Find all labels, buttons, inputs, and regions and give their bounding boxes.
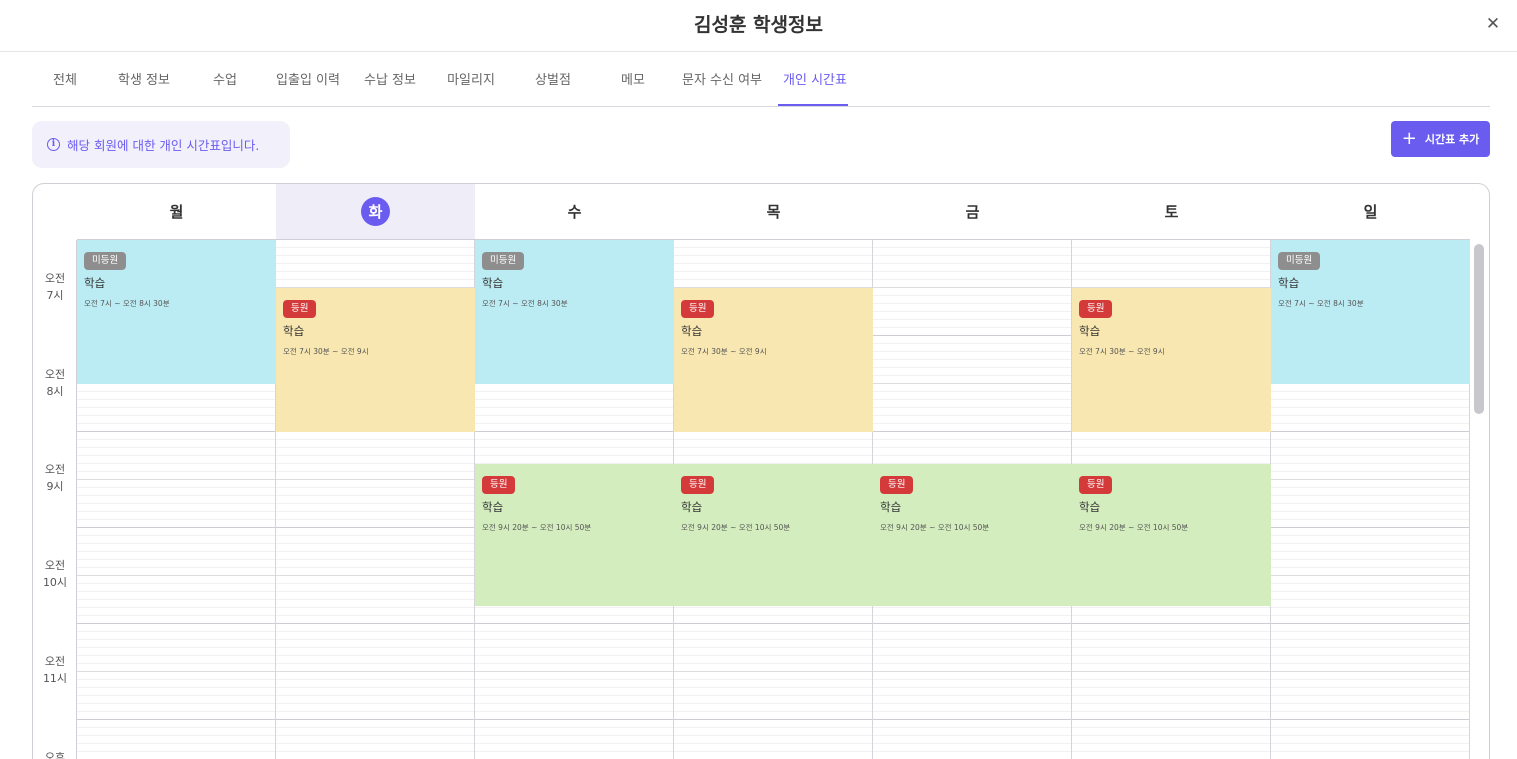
close-icon[interactable]: ✕ — [1481, 12, 1505, 36]
tab-bar: 전체 학생 정보 수업 입출입 이력 수납 정보 마일리지 상벌점 메모 문자 … — [32, 52, 1490, 107]
event-card[interactable]: 등원 학습 오전 9시 20분 ~ 오전 10시 50분 — [873, 464, 1072, 606]
event-card[interactable]: 미등원 학습 오전 7시 ~ 오전 8시 30분 — [475, 240, 674, 384]
time-axis: 오전 7시 오전 8시 오전 9시 오전 10시 오전 11시 오후 — [33, 240, 77, 759]
event-title: 학습 — [482, 276, 504, 290]
attendance-badge: 미등원 — [84, 252, 127, 270]
attendance-badge: 등원 — [482, 476, 516, 494]
day-header-sat: 토 — [1072, 184, 1271, 240]
day-header-fri: 금 — [873, 184, 1072, 240]
event-time: 오전 9시 20분 ~ 오전 10시 50분 — [1079, 523, 1189, 532]
event-time: 오전 7시 30분 ~ 오전 9시 — [1079, 347, 1165, 356]
tab-sms[interactable]: 문자 수신 여부 — [682, 69, 762, 88]
event-title: 학습 — [1079, 500, 1101, 514]
event-card[interactable]: 등원 학습 오전 7시 30분 ~ 오전 9시 — [276, 288, 475, 432]
event-time: 오전 9시 20분 ~ 오전 10시 50분 — [482, 523, 592, 532]
today-marker: 화 — [361, 197, 390, 226]
event-title: 학습 — [681, 500, 703, 514]
tab-all[interactable]: 전체 — [53, 69, 77, 88]
event-card[interactable]: 미등원 학습 오전 7시 ~ 오전 8시 30분 — [1271, 240, 1470, 384]
event-card[interactable]: 등원 학습 오전 9시 20분 ~ 오전 10시 50분 — [1072, 464, 1271, 606]
event-title: 학습 — [84, 276, 106, 290]
day-header-mon: 월 — [77, 184, 276, 240]
attendance-badge: 등원 — [880, 476, 914, 494]
tab-memo[interactable]: 메모 — [621, 69, 645, 88]
tab-rewards[interactable]: 상벌점 — [535, 69, 571, 88]
day-header-tue: 화 — [276, 184, 475, 240]
event-title: 학습 — [880, 500, 902, 514]
info-text: 해당 회원에 대한 개인 시간표입니다. — [67, 138, 260, 153]
time-label: 오전 11시 — [42, 655, 68, 685]
event-title: 학습 — [482, 500, 504, 514]
weekly-calendar: 월 화 수 목 금 토 일 오전 7시 오전 8시 오전 9시 오전 10시 오전 11시… — [32, 183, 1490, 759]
event-title: 학습 — [1079, 324, 1101, 338]
attendance-badge: 미등원 — [1278, 252, 1321, 270]
calendar-grid: 오전 7시 오전 8시 오전 9시 오전 10시 오전 11시 오후 미등원 학습 오전 … — [33, 240, 1470, 759]
event-card[interactable]: 등원 학습 오전 7시 30분 ~ 오전 9시 — [1072, 288, 1271, 432]
day-header-thu: 목 — [674, 184, 873, 240]
modal-header: 김성훈 학생정보 ✕ — [0, 0, 1517, 52]
event-time: 오전 9시 20분 ~ 오전 10시 50분 — [880, 523, 990, 532]
add-timetable-label: 시간표 추가 — [1424, 133, 1480, 146]
scrollbar-thumb[interactable] — [1474, 244, 1484, 414]
attendance-badge: 등원 — [681, 476, 715, 494]
event-card[interactable]: 등원 학습 오전 9시 20분 ~ 오전 10시 50분 — [674, 464, 873, 606]
tab-mileage[interactable]: 마일리지 — [447, 69, 495, 88]
info-icon: i — [47, 138, 60, 151]
attendance-badge: 등원 — [1079, 476, 1113, 494]
attendance-badge: 미등원 — [482, 252, 525, 270]
modal-title: 김성훈 학생정보 — [694, 14, 823, 36]
attendance-badge: 등원 — [283, 300, 317, 318]
tab-student-info[interactable]: 학생 정보 — [118, 69, 170, 88]
time-label: 오전 8시 — [44, 368, 66, 398]
tab-personal-timetable[interactable]: 개인 시간표 — [783, 69, 847, 88]
event-title: 학습 — [283, 324, 305, 338]
time-label: 오전 7시 — [44, 272, 66, 302]
event-time: 오전 7시 ~ 오전 8시 30분 — [482, 299, 568, 308]
event-card[interactable]: 등원 학습 오전 7시 30분 ~ 오전 9시 — [674, 288, 873, 432]
tab-active-indicator — [778, 104, 848, 106]
plus-icon: + — [1401, 128, 1417, 149]
tab-entry-history[interactable]: 입출입 이력 — [276, 69, 340, 88]
day-header-sun: 일 — [1271, 184, 1470, 240]
attendance-badge: 등원 — [681, 300, 715, 318]
event-card[interactable]: 미등원 학습 오전 7시 ~ 오전 8시 30분 — [77, 240, 276, 384]
event-title: 학습 — [681, 324, 703, 338]
event-title: 학습 — [1278, 276, 1300, 290]
time-label: 오전 10시 — [42, 559, 68, 589]
day-header-wed: 수 — [475, 184, 674, 240]
event-time: 오전 7시 30분 ~ 오전 9시 — [681, 347, 767, 356]
add-timetable-button[interactable]: + 시간표 추가 — [1391, 121, 1490, 157]
event-card[interactable]: 등원 학습 오전 9시 20분 ~ 오전 10시 50분 — [475, 464, 674, 606]
time-label: 오전 9시 — [44, 463, 66, 493]
event-time: 오전 9시 20분 ~ 오전 10시 50분 — [681, 523, 791, 532]
tab-payment[interactable]: 수납 정보 — [364, 69, 416, 88]
info-notice: i 해당 회원에 대한 개인 시간표입니다. — [32, 121, 290, 168]
event-time: 오전 7시 ~ 오전 8시 30분 — [1278, 299, 1364, 308]
attendance-badge: 등원 — [1079, 300, 1113, 318]
event-time: 오전 7시 ~ 오전 8시 30분 — [84, 299, 170, 308]
calendar-scrollbar[interactable] — [1470, 240, 1489, 759]
tab-classes[interactable]: 수업 — [213, 69, 237, 88]
time-label: 오후 — [44, 751, 66, 759]
event-time: 오전 7시 30분 ~ 오전 9시 — [283, 347, 369, 356]
